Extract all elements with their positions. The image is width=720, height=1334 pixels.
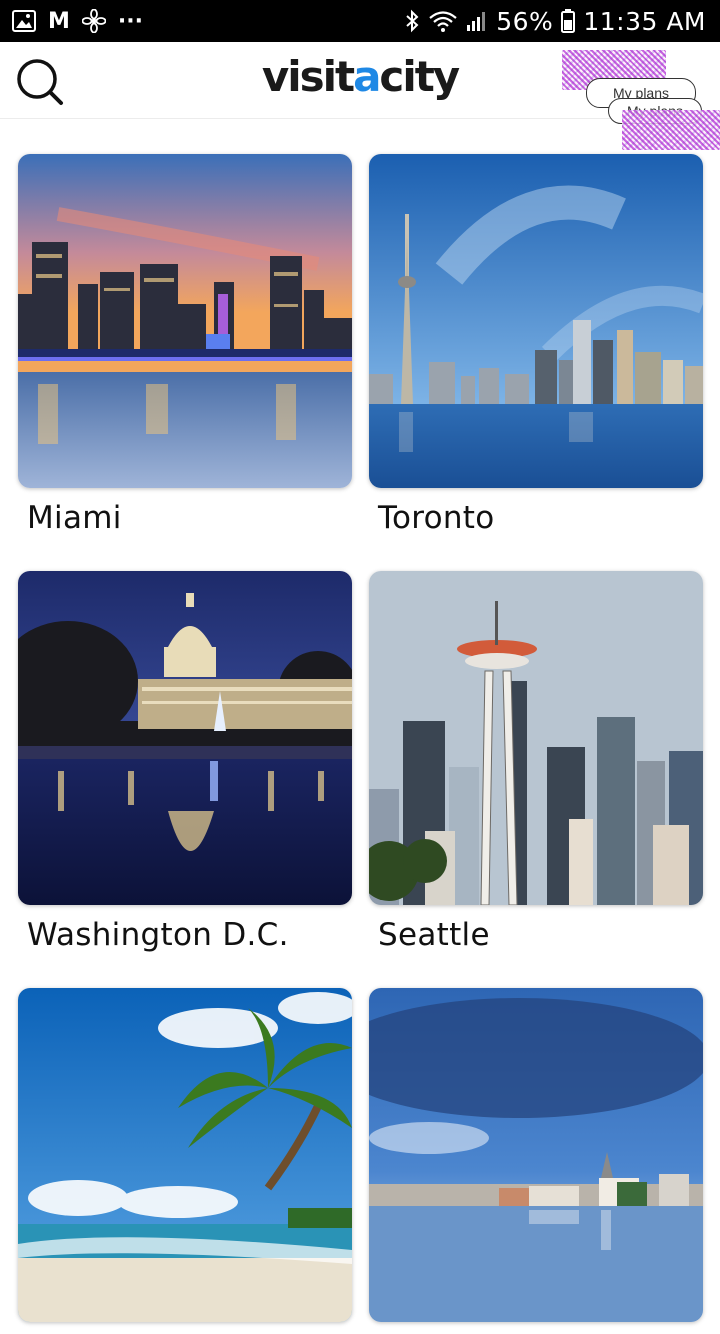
city-card-miami[interactable]: Miami [18,154,352,536]
city-card-washington-dc[interactable]: Washington D.C. [18,571,352,953]
city-photo[interactable] [18,571,352,905]
city-name[interactable]: Seattle [369,917,703,953]
city-photo[interactable] [18,154,352,488]
clock: 11:35 AM [583,6,706,36]
logo-part-2: city [379,52,460,101]
app-header: visitacity My plans My plans [0,42,720,150]
logo-part-1: visit [261,52,355,101]
city-name[interactable]: Toronto [369,500,703,536]
wifi-icon [429,11,457,32]
bluetooth-icon [406,9,419,33]
city-photo[interactable] [369,988,703,1322]
gmail-icon: M [48,8,70,34]
more-dots-icon: ··· [117,8,143,34]
city-card-harbor[interactable] [369,988,703,1334]
glitch-overlay [622,110,720,150]
gallery-icon [12,10,36,32]
city-card-toronto[interactable]: Toronto [369,154,703,536]
signal-icon [467,12,486,31]
city-photo[interactable] [18,988,352,1322]
battery-percent: 56% [496,6,554,36]
city-name[interactable]: Washington D.C. [18,917,352,953]
city-card-seattle[interactable]: Seattle [369,571,703,953]
city-photo[interactable] [369,154,703,488]
status-right: 56% 11:35 AM [404,0,706,42]
battery-icon [561,9,576,33]
logo-accent: a [353,52,381,101]
city-name[interactable]: Miami [18,500,352,536]
city-photo[interactable] [369,571,703,905]
city-card-beach[interactable] [18,988,352,1334]
status-bar: M ··· 56% 11:35 AM [0,0,720,42]
fan-icon [81,9,106,33]
status-left: M ··· [12,0,143,42]
